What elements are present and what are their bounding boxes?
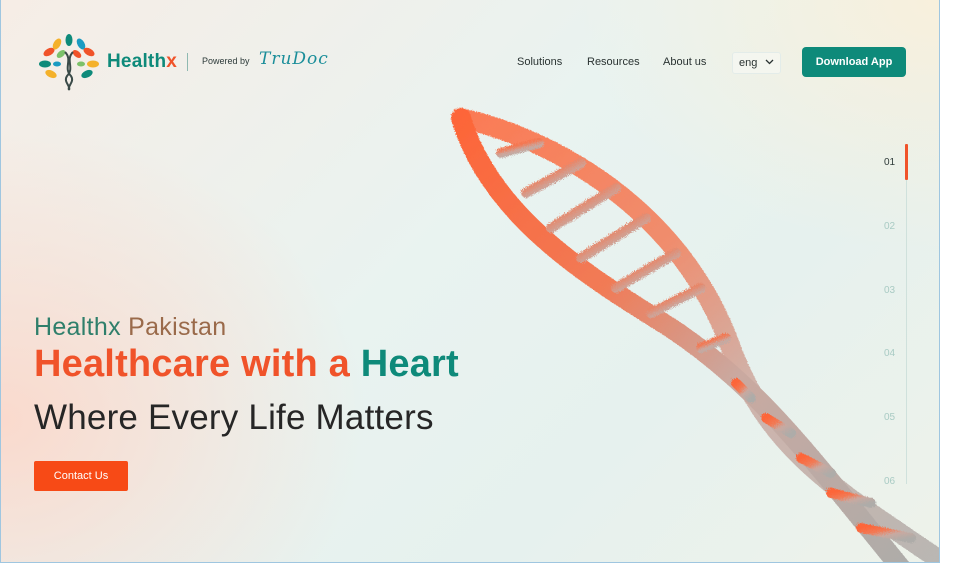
- slide-number-04[interactable]: 04: [884, 348, 895, 359]
- brand-name[interactable]: Healthx: [107, 51, 177, 73]
- eyebrow-brand: Healthx: [34, 313, 121, 341]
- nav-solutions[interactable]: Solutions: [517, 56, 562, 68]
- powered-by-label: Powered by: [202, 56, 250, 66]
- slide-number-03[interactable]: 03: [884, 285, 895, 296]
- hero-eyebrow: Healthx Pakistan: [34, 313, 226, 342]
- slide-number-01[interactable]: 01: [884, 157, 895, 168]
- brand-x: x: [166, 51, 178, 72]
- download-app-button[interactable]: Download App: [802, 47, 906, 77]
- nav-about-us[interactable]: About us: [663, 56, 706, 68]
- slide-rail-active: [905, 144, 908, 180]
- language-value: eng: [739, 57, 758, 69]
- nav-resources[interactable]: Resources: [587, 56, 640, 68]
- partner-logo: TruDoc: [259, 49, 329, 69]
- hero-subheadline: Where Every Life Matters: [34, 398, 434, 437]
- headline-accent: Heart: [360, 343, 459, 385]
- contact-us-button[interactable]: Contact Us: [34, 461, 128, 491]
- slide-rail: [906, 144, 907, 484]
- slide-number-06[interactable]: 06: [884, 476, 895, 487]
- slide-number-02[interactable]: 02: [884, 221, 895, 232]
- headline-main: Healthcare with a: [34, 343, 350, 385]
- slide-number-05[interactable]: 05: [884, 412, 895, 423]
- language-select[interactable]: eng: [732, 52, 781, 74]
- dna-helix-image: [451, 108, 939, 562]
- page: Healthx Powered by TruDoc Solutions Reso…: [0, 0, 940, 563]
- brand-divider: [187, 53, 188, 71]
- chevron-down-icon: [765, 59, 774, 65]
- hero-headline: Healthcare with a Heart: [34, 343, 459, 386]
- brand-main: Health: [107, 51, 167, 72]
- eyebrow-country: Pakistan: [128, 313, 227, 341]
- tree-dna-logo[interactable]: [37, 32, 101, 92]
